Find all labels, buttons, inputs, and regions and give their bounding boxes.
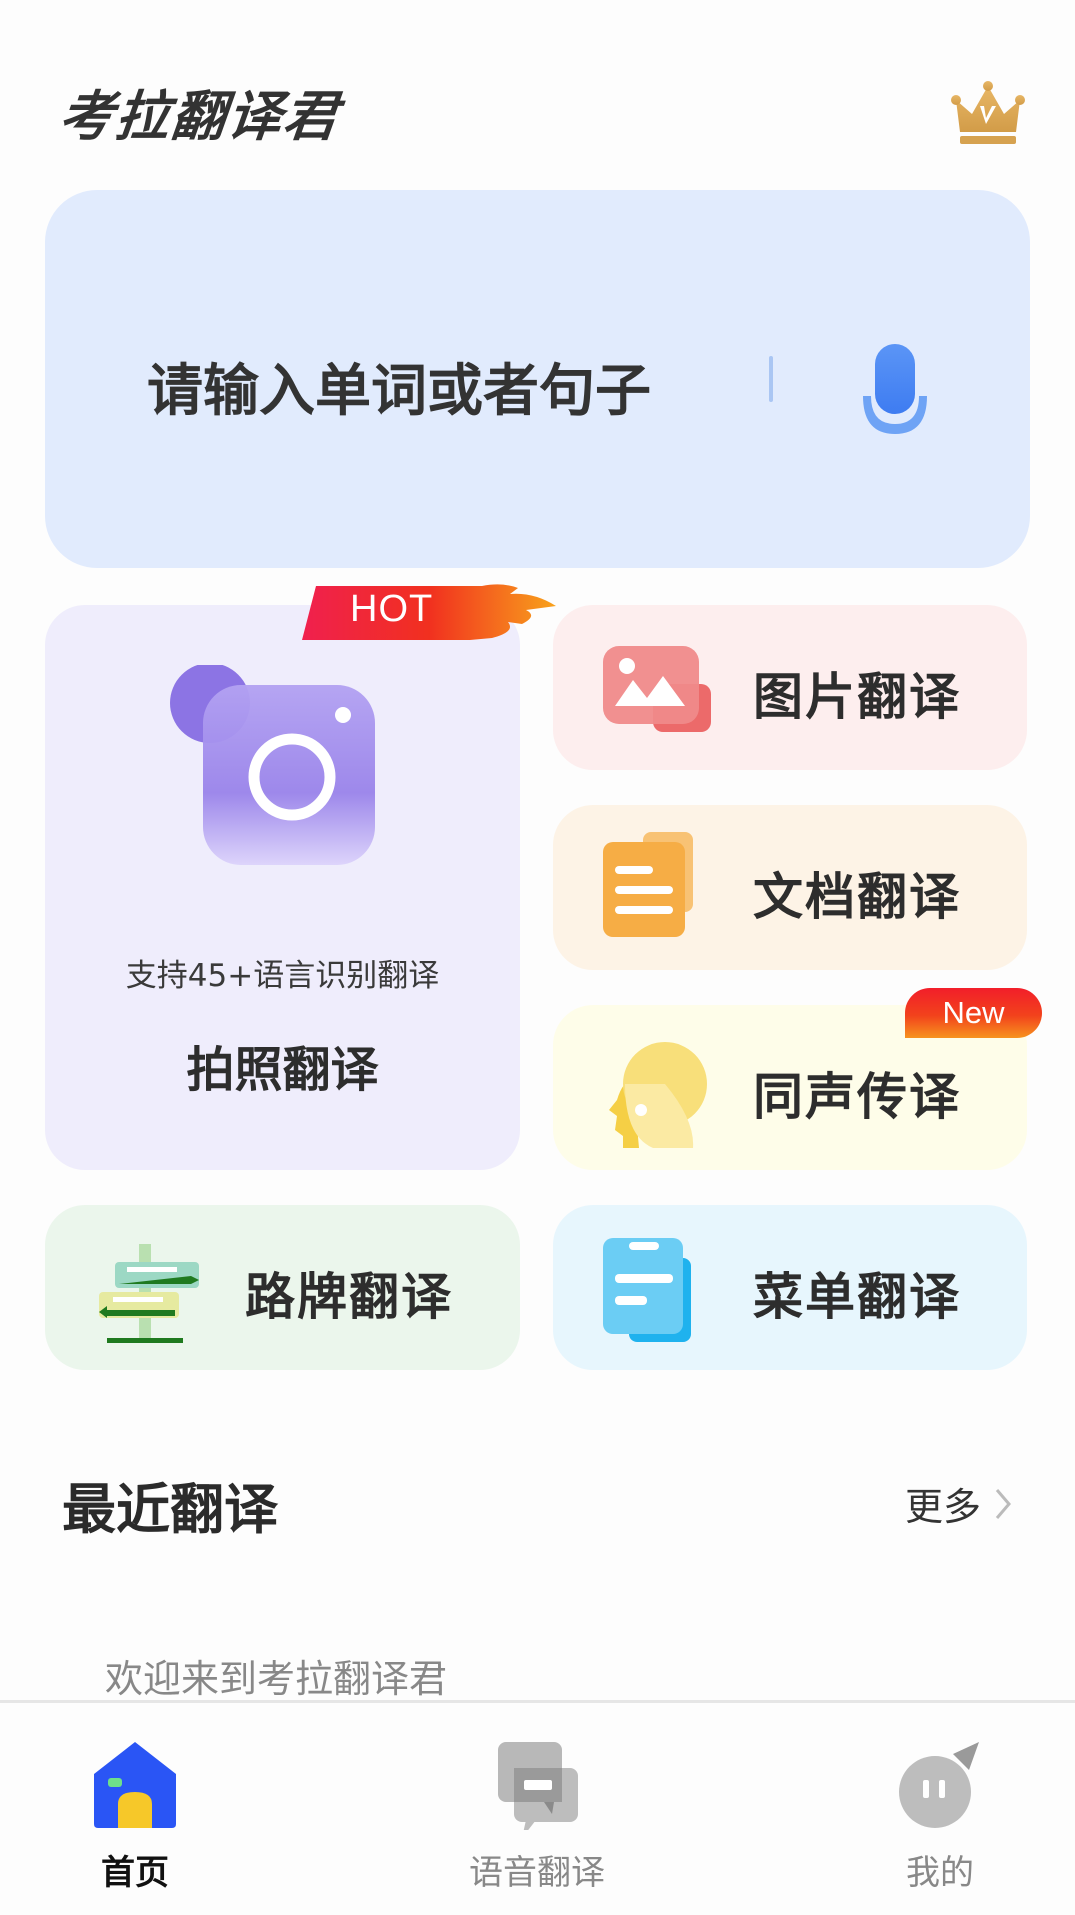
- chevron-right-icon: [995, 1488, 1011, 1519]
- photo-translate-card[interactable]: 支持45+语言识别翻译 拍照翻译: [45, 605, 520, 1170]
- nav-tab-voice-translate-label: 语音翻译: [469, 1853, 605, 1893]
- document-translate-label: 文档翻译: [753, 868, 961, 926]
- microphone-icon: [863, 344, 927, 434]
- voice-input-button[interactable]: [857, 340, 933, 440]
- nav-tab-home[interactable]: 首页: [35, 1730, 235, 1893]
- hot-badge-text: HOT: [350, 588, 434, 630]
- image-translate-label: 图片翻译: [753, 668, 961, 726]
- nav-tab-profile-label: 我的: [906, 1853, 974, 1893]
- head-speaking-icon: [603, 1040, 708, 1148]
- photo-translate-label: 拍照翻译: [186, 1042, 379, 1098]
- recent-translations-title: 最近翻译: [62, 1478, 278, 1541]
- signboard-translate-label: 路牌翻译: [245, 1268, 453, 1326]
- clipboard-icon: [603, 1238, 708, 1342]
- profile-icon: [899, 1742, 979, 1828]
- signboard-translate-card[interactable]: 路牌翻译: [45, 1205, 520, 1370]
- translate-input-card[interactable]: 请输入单词或者句子: [45, 190, 1030, 568]
- document-icon: [603, 832, 708, 940]
- image-translate-card[interactable]: 图片翻译: [553, 605, 1027, 770]
- nav-tab-profile[interactable]: 我的: [840, 1730, 1040, 1893]
- simultaneous-interpretation-label: 同声传译: [753, 1068, 961, 1126]
- home-icon: [94, 1742, 176, 1828]
- photo-translate-subtitle: 支持45+语言识别翻译: [125, 958, 440, 994]
- nav-tab-voice-translate[interactable]: 语音翻译: [437, 1730, 637, 1893]
- image-icon: [603, 640, 711, 740]
- crown-icon: [951, 81, 1025, 144]
- chat-bubbles-icon: [498, 1742, 578, 1830]
- signpost-icon: [95, 1240, 200, 1343]
- more-link[interactable]: 更多: [905, 1476, 1015, 1531]
- menu-translate-card[interactable]: 菜单翻译: [553, 1205, 1027, 1370]
- bottom-nav-divider: [0, 1700, 1075, 1703]
- camera-icon: [170, 663, 380, 875]
- hot-badge: HOT: [302, 580, 557, 642]
- app-title: 考拉翻译君: [56, 85, 343, 148]
- nav-tab-home-label: 首页: [101, 1853, 169, 1893]
- more-link-label: 更多: [905, 1485, 982, 1529]
- menu-translate-label: 菜单翻译: [753, 1268, 961, 1326]
- translate-input-placeholder[interactable]: 请输入单词或者句子: [147, 346, 651, 427]
- vip-crown-button[interactable]: [950, 78, 1026, 146]
- document-translate-card[interactable]: 文档翻译: [553, 805, 1027, 970]
- input-divider: [769, 356, 773, 402]
- recent-item[interactable]: 欢迎来到考拉翻译君: [105, 1648, 447, 1703]
- new-badge: New: [905, 988, 1042, 1038]
